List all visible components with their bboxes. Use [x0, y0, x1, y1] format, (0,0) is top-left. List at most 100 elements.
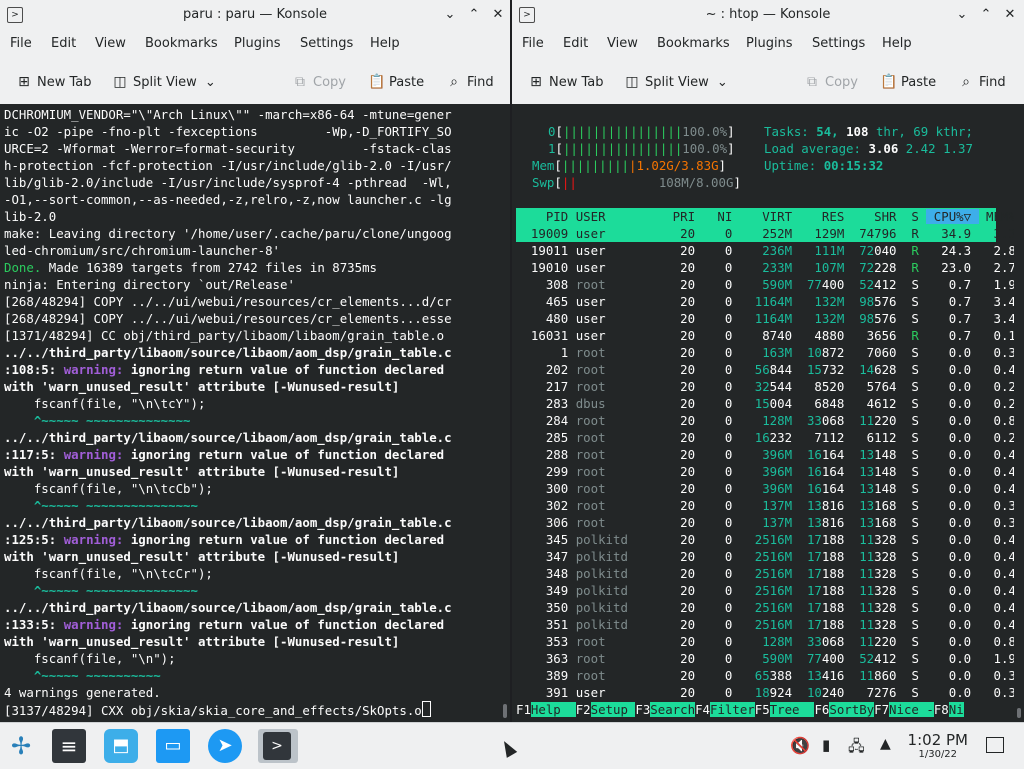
- process-row[interactable]: 389 root 20 0 65388 13416 11860 S 0.0 0.…: [516, 667, 1016, 684]
- close-icon[interactable]: ✕: [488, 5, 508, 25]
- process-row[interactable]: 299 root 20 0 396M 16164 13148 S 0.0 0.4…: [516, 463, 1016, 480]
- process-table-header[interactable]: PID USER PRI NI VIRT RES SHR S CPU%▽ MEM…: [516, 208, 1016, 225]
- process-row[interactable]: 288 root 20 0 396M 16164 13148 S 0.0 0.4…: [516, 446, 1016, 463]
- fkey-label[interactable]: Setup: [590, 702, 636, 717]
- process-row[interactable]: 19009 user 20 0 252M 129M 74796 R 34.9 3…: [516, 225, 1016, 242]
- menu-file[interactable]: File: [522, 36, 544, 51]
- process-row[interactable]: 348 polkitd 20 0 2516M 17188 11328 S 0.0…: [516, 565, 1016, 582]
- fkey-label[interactable]: SortBy: [829, 702, 875, 717]
- split-view-button[interactable]: ◫ Split View ⌄: [624, 72, 727, 92]
- browser-icon[interactable]: ➤: [208, 729, 242, 763]
- process-row[interactable]: 308 root 20 0 590M 77400 52412 S 0.7 1.9…: [516, 276, 1016, 293]
- column-pri[interactable]: PRI: [643, 209, 703, 224]
- process-row[interactable]: 284 root 20 0 128M 33068 11220 S 0.0 0.8…: [516, 412, 1016, 429]
- process-row[interactable]: 347 polkitd 20 0 2516M 17188 11328 S 0.0…: [516, 548, 1016, 565]
- discover-store-icon[interactable]: ⬒: [104, 729, 138, 763]
- title-bar[interactable]: > paru : paru — Konsole ⌄ ⌃ ✕: [0, 0, 510, 30]
- process-row[interactable]: 217 root 20 0 32544 8520 5764 S 0.0 0.2 …: [516, 378, 1016, 395]
- new-tab-button[interactable]: ⊞ New Tab: [528, 72, 603, 92]
- scrollbar-handle[interactable]: [1017, 708, 1021, 718]
- column-shr[interactable]: SHR: [852, 209, 904, 224]
- process-row[interactable]: 480 user 20 0 1164M 132M 98576 S 0.7 3.4…: [516, 310, 1016, 327]
- fkey-label[interactable]: Ni: [948, 702, 964, 717]
- application-launcher-icon[interactable]: ✢: [4, 729, 38, 763]
- system-settings-icon[interactable]: ≡: [52, 729, 86, 763]
- htop-terminal[interactable]: 0[||||||||||||||||100.0%] 1[||||||||||||…: [512, 104, 1024, 722]
- process-row[interactable]: 363 root 20 0 590M 77400 52412 S 0.0 1.9…: [516, 650, 1016, 667]
- maximize-icon[interactable]: ⌃: [976, 5, 996, 25]
- find-button[interactable]: ⌕ Find: [958, 72, 1006, 92]
- menu-settings[interactable]: Settings: [300, 36, 353, 51]
- fkey-f6[interactable]: F6: [814, 702, 829, 717]
- column-ni[interactable]: NI: [703, 209, 740, 224]
- volume-muted-icon[interactable]: 🔇: [790, 736, 810, 755]
- show-desktop-icon[interactable]: [986, 737, 1004, 753]
- title-bar[interactable]: > ~ : htop — Konsole ⌄ ⌃ ✕: [512, 0, 1024, 30]
- process-row[interactable]: 202 root 20 0 56844 15732 14628 S 0.0 0.…: [516, 361, 1016, 378]
- battery-icon[interactable]: ▮: [822, 736, 830, 754]
- menu-view[interactable]: View: [607, 36, 638, 51]
- menu-view[interactable]: View: [95, 36, 126, 51]
- paste-button[interactable]: 📋 Paste: [880, 72, 936, 92]
- minimize-icon[interactable]: ⌄: [952, 5, 972, 25]
- process-row[interactable]: 302 root 20 0 137M 13816 13168 S 0.0 0.3…: [516, 497, 1016, 514]
- process-row[interactable]: 19010 user 20 0 233M 107M 72228 R 23.0 2…: [516, 259, 1016, 276]
- process-row[interactable]: 285 root 20 0 16232 7112 6112 S 0.0 0.2 …: [516, 429, 1016, 446]
- fkey-f5[interactable]: F5: [755, 702, 770, 717]
- fkey-label[interactable]: Tree: [769, 702, 815, 717]
- fkey-label[interactable]: Nice -: [889, 702, 934, 717]
- fkey-label[interactable]: Filter: [709, 702, 755, 717]
- process-row[interactable]: 465 user 20 0 1164M 132M 98576 S 0.7 3.4…: [516, 293, 1016, 310]
- minimize-icon[interactable]: ⌄: [440, 5, 460, 25]
- process-row[interactable]: 300 root 20 0 396M 16164 13148 S 0.0 0.4…: [516, 480, 1016, 497]
- close-icon[interactable]: ✕: [1000, 5, 1020, 25]
- process-row[interactable]: 283 dbus 20 0 15004 6848 4612 S 0.0 0.2 …: [516, 395, 1016, 412]
- fkey-f7[interactable]: F7: [874, 702, 889, 717]
- column-s[interactable]: S: [904, 209, 926, 224]
- fkey-label[interactable]: Help: [530, 702, 576, 717]
- menu-plugins[interactable]: Plugins: [746, 36, 793, 51]
- process-row[interactable]: 19011 user 20 0 236M 111M 72040 R 24.3 2…: [516, 242, 1016, 259]
- column-res[interactable]: RES: [800, 209, 852, 224]
- menu-edit[interactable]: Edit: [563, 36, 588, 51]
- paste-button[interactable]: 📋 Paste: [368, 72, 424, 92]
- find-button[interactable]: ⌕ Find: [446, 72, 494, 92]
- scrollbar[interactable]: [500, 104, 510, 722]
- menu-settings[interactable]: Settings: [812, 36, 865, 51]
- process-row[interactable]: 345 polkitd 20 0 2516M 17188 11328 S 0.0…: [516, 531, 1016, 548]
- fkey-f3[interactable]: F3: [635, 702, 650, 717]
- column-virt[interactable]: VIRT: [740, 209, 800, 224]
- terminal-output[interactable]: DCHROMIUM_VENDOR="\"Arch Linux\"" -march…: [0, 104, 510, 722]
- menu-edit[interactable]: Edit: [51, 36, 76, 51]
- fkey-f8[interactable]: F8: [934, 702, 949, 717]
- menu-help[interactable]: Help: [370, 36, 400, 51]
- process-row[interactable]: 1 root 20 0 163M 10872 7060 S 0.0 0.3 0:: [516, 344, 1016, 361]
- fkey-f4[interactable]: F4: [695, 702, 710, 717]
- column-headers[interactable]: PID USER PRI NI VIRT RES SHR S CPU%▽ MEM…: [516, 209, 1024, 224]
- tray-expand-icon[interactable]: ▲: [880, 736, 891, 752]
- process-row[interactable]: 16031 user 20 0 8740 4880 3656 R 0.7 0.1…: [516, 327, 1016, 344]
- network-icon[interactable]: 🖧: [848, 736, 865, 761]
- column-user[interactable]: USER: [576, 209, 643, 224]
- fkey-f1[interactable]: F1: [516, 702, 531, 717]
- copy-button[interactable]: ⧉ Copy: [292, 72, 346, 92]
- menu-help[interactable]: Help: [882, 36, 912, 51]
- menu-file[interactable]: File: [10, 36, 32, 51]
- copy-button[interactable]: ⧉ Copy: [804, 72, 858, 92]
- process-row[interactable]: 350 polkitd 20 0 2516M 17188 11328 S 0.0…: [516, 599, 1016, 616]
- new-tab-button[interactable]: ⊞ New Tab: [16, 72, 91, 92]
- menu-bookmarks[interactable]: Bookmarks: [657, 36, 730, 51]
- split-view-button[interactable]: ◫ Split View ⌄: [112, 72, 215, 92]
- scrollbar[interactable]: [1014, 104, 1024, 722]
- file-manager-icon[interactable]: ▭: [156, 729, 190, 763]
- column-cpupct[interactable]: CPU%▽: [926, 209, 979, 224]
- digital-clock[interactable]: 1:02 PM 1/30/22: [908, 731, 968, 760]
- menu-bookmarks[interactable]: Bookmarks: [145, 36, 218, 51]
- fkey-label[interactable]: Search: [650, 702, 696, 717]
- column-pid[interactable]: PID: [516, 209, 576, 224]
- process-row[interactable]: 306 root 20 0 137M 13816 13168 S 0.0 0.3…: [516, 514, 1016, 531]
- fkey-f2[interactable]: F2: [576, 702, 591, 717]
- maximize-icon[interactable]: ⌃: [464, 5, 484, 25]
- process-row[interactable]: 391 user 20 0 18924 10240 7276 S 0.0 0.3…: [516, 684, 1016, 701]
- process-row[interactable]: 349 polkitd 20 0 2516M 17188 11328 S 0.0…: [516, 582, 1016, 599]
